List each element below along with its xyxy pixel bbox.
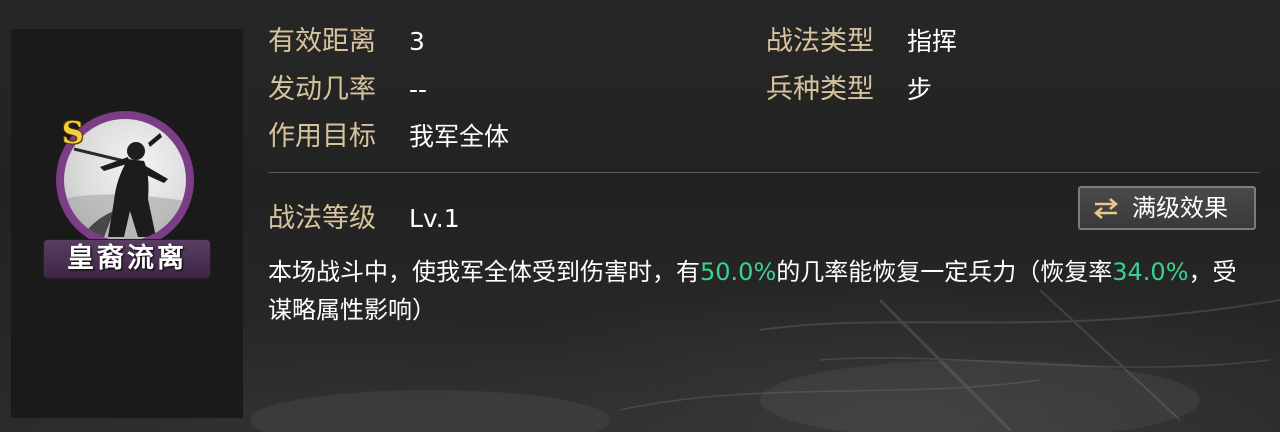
trigger-chance-highlight: 50.0%: [700, 258, 777, 286]
tactic-type-label: 战法类型: [766, 26, 874, 57]
target-label: 作用目标: [268, 121, 376, 152]
target-value: 我军全体: [409, 122, 510, 151]
section-divider: [268, 172, 1260, 173]
tactic-type-value: 指挥: [907, 27, 958, 56]
chance-value: --: [409, 75, 428, 104]
level-label: 战法等级: [268, 203, 376, 234]
description-part-2: 的几率能恢复一定兵力（恢复率: [776, 258, 1113, 286]
range-label: 有效距离: [268, 26, 376, 57]
chance-label: 发动几率: [268, 74, 376, 105]
skill-detail-screen: S 皇裔流离 有效距离 3 发动几率 -- 作用目标 我军全体 战法类型 指挥 …: [0, 0, 1280, 432]
max-level-effect-button[interactable]: 满级效果: [1078, 186, 1256, 230]
swap-arrows-icon: [1094, 198, 1118, 219]
troop-type-value: 步: [907, 75, 933, 104]
skill-name: 皇裔流离: [67, 243, 187, 274]
troop-type-label: 兵种类型: [766, 74, 874, 105]
recovery-rate-highlight: 34.0%: [1112, 258, 1189, 286]
skill-name-banner: 皇裔流离: [44, 240, 210, 278]
range-value: 3: [409, 27, 425, 56]
description-part-1: 本场战斗中，使我军全体受到伤害时，有: [268, 258, 700, 286]
level-value: Lv.1: [409, 204, 460, 233]
skill-description: 本场战斗中，使我军全体受到伤害时，有50.0%的几率能恢复一定兵力（恢复率34.…: [268, 253, 1258, 329]
grade-badge: S: [62, 116, 84, 151]
max-level-effect-label: 满级效果: [1132, 194, 1228, 222]
